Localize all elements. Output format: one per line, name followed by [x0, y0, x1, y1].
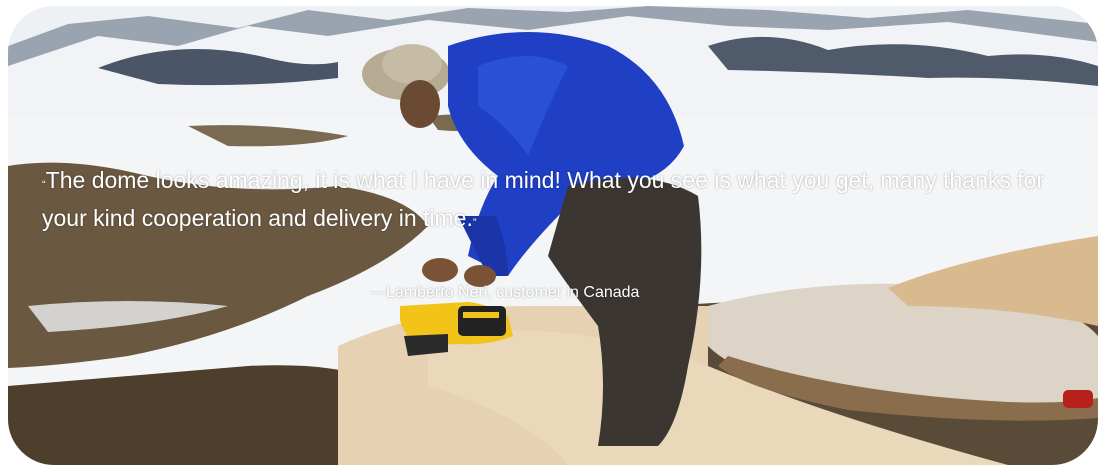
testimonial-attribution: ---Lamberto Neri, customer in Canada — [370, 284, 640, 301]
testimonial-card: “The dome looks amazing, it is what I ha… — [8, 6, 1098, 465]
quote-text: The dome looks amazing, it is what I hav… — [42, 167, 1045, 231]
quote-close-mark: ” — [472, 217, 477, 229]
testimonial-quote: “The dome looks amazing, it is what I ha… — [42, 164, 1072, 240]
